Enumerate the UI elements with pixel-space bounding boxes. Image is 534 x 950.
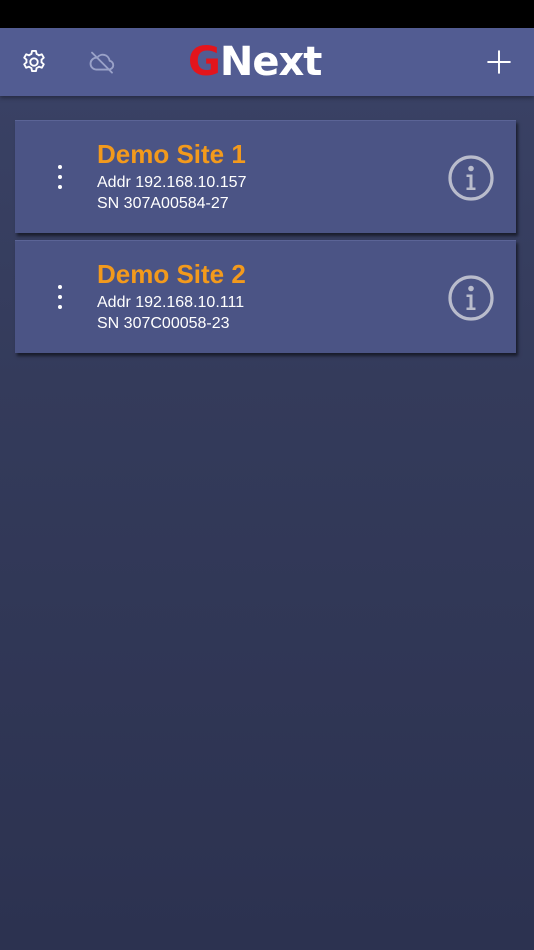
more-options-button[interactable] <box>45 157 75 197</box>
app-logo: G Next <box>188 39 323 85</box>
logo-next: Next <box>219 39 323 85</box>
logo-g: G <box>188 39 221 85</box>
site-serial-number: SN 307A00584-27 <box>97 195 229 212</box>
info-icon[interactable] <box>447 154 495 202</box>
site-card[interactable]: Demo Site 1 Addr 192.168.10.157 SN 307A0… <box>15 120 516 233</box>
site-serial-number: SN 307C00058-23 <box>97 315 230 332</box>
gear-icon <box>23 49 45 73</box>
info-icon[interactable] <box>447 274 495 322</box>
dot <box>58 285 62 289</box>
plus-icon <box>487 50 511 74</box>
settings-button[interactable] <box>16 44 52 80</box>
app-header: G Next <box>0 28 534 96</box>
cloud-off-icon <box>89 51 115 74</box>
dot <box>58 185 62 189</box>
add-site-button[interactable] <box>481 44 517 80</box>
site-address: Addr 192.168.10.111 <box>97 294 245 311</box>
status-bar <box>0 0 534 28</box>
site-address: Addr 192.168.10.157 <box>97 174 247 191</box>
more-options-button[interactable] <box>45 277 75 317</box>
site-name: Demo Site 1 <box>97 139 246 169</box>
dot <box>58 295 62 299</box>
dot <box>58 305 62 309</box>
site-name: Demo Site 2 <box>97 259 246 289</box>
site-card[interactable]: Demo Site 2 Addr 192.168.10.111 SN 307C0… <box>15 240 516 353</box>
dot <box>58 165 62 169</box>
cloud-sync-button[interactable] <box>84 44 120 80</box>
dot <box>58 175 62 179</box>
